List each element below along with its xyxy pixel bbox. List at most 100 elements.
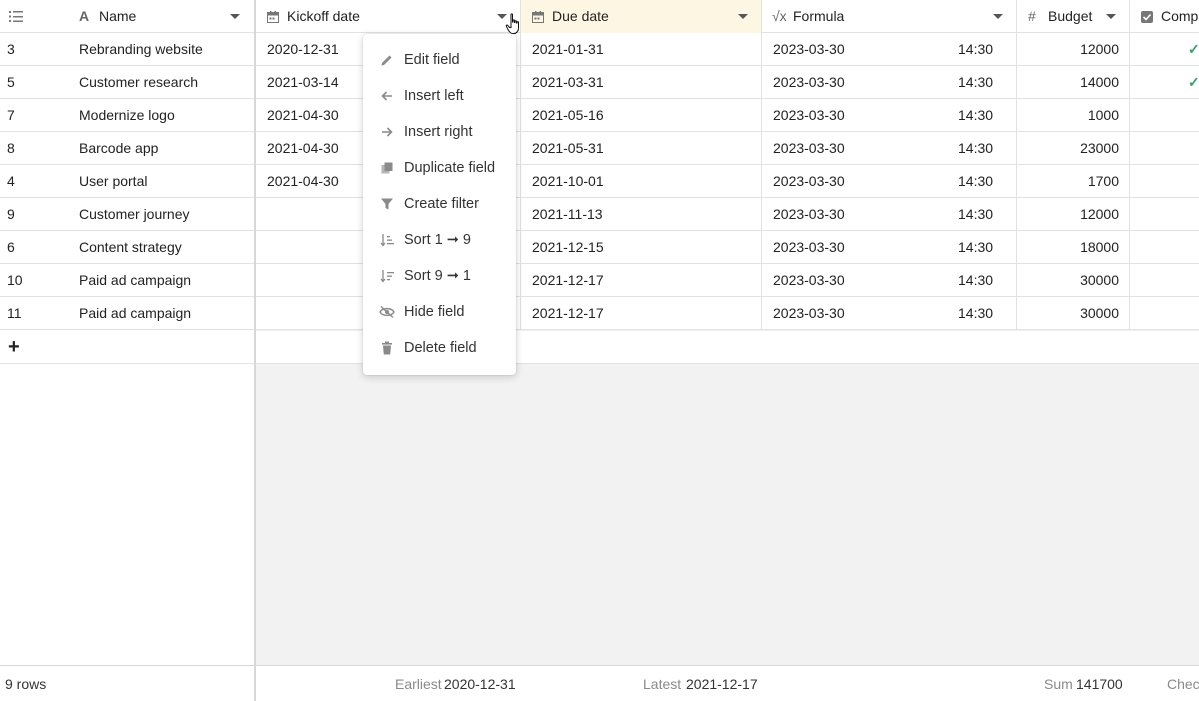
- cell-name[interactable]: Paid ad campaign: [68, 264, 254, 297]
- cell-name[interactable]: Barcode app: [68, 132, 254, 165]
- cell-completed[interactable]: [1130, 264, 1199, 297]
- table-row[interactable]: 5 Customer research: [0, 66, 254, 99]
- trash-icon: [379, 330, 395, 366]
- cell-formula[interactable]: 2023-03-30 14:30: [762, 165, 1017, 198]
- menu-item-sort-1-9[interactable]: Sort 1 ➞ 9: [363, 222, 516, 258]
- cell-formula-time: 14:30: [958, 206, 994, 222]
- cell-name[interactable]: User portal: [68, 165, 254, 198]
- cell-due-date[interactable]: 2021-03-31: [521, 66, 762, 99]
- cell-formula-time: 14:30: [958, 140, 994, 156]
- cell-due-date[interactable]: 2021-12-15: [521, 231, 762, 264]
- cell-formula[interactable]: 2023-03-30 14:30: [762, 33, 1017, 66]
- cell-formula-date: 2023-03-30: [773, 140, 845, 156]
- cell-completed[interactable]: ✓: [1130, 33, 1199, 66]
- table-row[interactable]: 7 Modernize logo: [0, 99, 254, 132]
- checkbox-icon: [1141, 11, 1153, 23]
- sort-ascending-icon: [379, 222, 395, 258]
- numbered-list-icon: [9, 11, 23, 22]
- table-row[interactable]: 10 Paid ad campaign: [0, 264, 254, 297]
- menu-item-create-filter[interactable]: Create filter: [363, 186, 516, 222]
- cell-formula[interactable]: 2023-03-30 14:30: [762, 66, 1017, 99]
- cell-due-date[interactable]: 2021-12-17: [521, 297, 762, 330]
- cell-name[interactable]: Customer research: [68, 66, 254, 99]
- cell-formula[interactable]: 2023-03-30 14:30: [762, 264, 1017, 297]
- cell-completed[interactable]: [1130, 297, 1199, 330]
- table-row[interactable]: 8 Barcode app: [0, 132, 254, 165]
- menu-item-duplicate-field[interactable]: Duplicate field: [363, 150, 516, 186]
- add-row-button[interactable]: +: [0, 331, 254, 364]
- row-count: 9 rows: [5, 676, 47, 692]
- cell-completed[interactable]: [1130, 231, 1199, 264]
- menu-item-label: Create filter: [404, 196, 479, 212]
- cell-budget[interactable]: 30000: [1017, 264, 1130, 297]
- cell-due-date[interactable]: 2021-11-13: [521, 198, 762, 231]
- duplicate-icon: [379, 150, 395, 186]
- cell-formula-date: 2023-03-30: [773, 41, 845, 57]
- menu-item-insert-right[interactable]: Insert right: [363, 114, 516, 150]
- latest-label: Latest: [643, 676, 682, 692]
- table-row[interactable]: 3 Rebranding website: [0, 33, 254, 66]
- cell-formula[interactable]: 2023-03-30 14:30: [762, 132, 1017, 165]
- cell-budget[interactable]: 30000: [1017, 297, 1130, 330]
- menu-item-hide-field[interactable]: Hide field: [363, 294, 516, 330]
- column-header-due-date-label: Due date: [552, 8, 609, 24]
- cell-name[interactable]: Customer journey: [68, 198, 254, 231]
- cell-budget[interactable]: 14000: [1017, 66, 1130, 99]
- menu-item-sort-9-1[interactable]: Sort 9 ➞ 1: [363, 258, 516, 294]
- cell-due-date[interactable]: 2021-01-31: [521, 33, 762, 66]
- cell-budget[interactable]: 23000: [1017, 132, 1130, 165]
- cell-due-date[interactable]: 2021-05-31: [521, 132, 762, 165]
- table-row[interactable]: 9 Customer journey: [0, 198, 254, 231]
- cell-completed[interactable]: [1130, 198, 1199, 231]
- menu-item-insert-left[interactable]: Insert left: [363, 78, 516, 114]
- cell-formula-date: 2023-03-30: [773, 74, 845, 90]
- column-header-budget[interactable]: # Budget: [1017, 0, 1130, 33]
- menu-item-label: Insert left: [404, 88, 464, 104]
- column-header-kickoff-date[interactable]: Kickoff date: [256, 0, 521, 33]
- cell-budget[interactable]: 12000: [1017, 198, 1130, 231]
- arrow-left-icon: [379, 78, 395, 114]
- chevron-down-icon[interactable]: [230, 14, 240, 19]
- menu-item-label: Delete field: [404, 340, 477, 356]
- cell-name[interactable]: Modernize logo: [68, 99, 254, 132]
- cell-completed[interactable]: [1130, 165, 1199, 198]
- menu-item-edit-field[interactable]: Edit field: [363, 42, 516, 78]
- cell-formula[interactable]: 2023-03-30 14:30: [762, 198, 1017, 231]
- cell-name[interactable]: Content strategy: [68, 231, 254, 264]
- chevron-down-icon[interactable]: [1106, 14, 1116, 19]
- column-header-due-date[interactable]: Due date: [521, 0, 762, 33]
- cell-formula[interactable]: 2023-03-30 14:30: [762, 231, 1017, 264]
- cell-name[interactable]: Rebranding website: [68, 33, 254, 66]
- cell-formula-date: 2023-03-30: [773, 107, 845, 123]
- cell-name[interactable]: Paid ad campaign: [68, 297, 254, 330]
- cell-completed[interactable]: ✓: [1130, 66, 1199, 99]
- column-header-formula[interactable]: √x Formula: [762, 0, 1017, 33]
- cell-formula-date: 2023-03-30: [773, 206, 845, 222]
- cell-formula[interactable]: 2023-03-30 14:30: [762, 99, 1017, 132]
- calendar-icon: [532, 11, 544, 23]
- column-header-name-label: Name: [99, 8, 137, 24]
- chevron-down-icon[interactable]: [738, 14, 748, 19]
- column-header-name[interactable]: A Name: [68, 0, 254, 33]
- menu-item-delete-field[interactable]: Delete field: [363, 330, 516, 366]
- table-row[interactable]: 4 User portal: [0, 165, 254, 198]
- sqrt-icon: √x: [772, 8, 787, 24]
- cell-due-date[interactable]: 2021-12-17: [521, 264, 762, 297]
- sort-descending-icon: [379, 258, 395, 294]
- table-row[interactable]: 6 Content strategy: [0, 231, 254, 264]
- chevron-down-icon[interactable]: [993, 14, 1003, 19]
- table-row[interactable]: 11 Paid ad campaign: [0, 297, 254, 330]
- cell-budget[interactable]: 1000: [1017, 99, 1130, 132]
- cell-budget[interactable]: 12000: [1017, 33, 1130, 66]
- cell-completed[interactable]: [1130, 132, 1199, 165]
- cell-due-date[interactable]: 2021-05-16: [521, 99, 762, 132]
- cell-formula[interactable]: 2023-03-30 14:30: [762, 297, 1017, 330]
- cell-due-date[interactable]: 2021-10-01: [521, 165, 762, 198]
- cell-budget[interactable]: 18000: [1017, 231, 1130, 264]
- index-header[interactable]: [0, 0, 68, 33]
- latest-value: 2021-12-17: [686, 676, 758, 692]
- cell-completed[interactable]: [1130, 99, 1199, 132]
- column-header-completed[interactable]: Compl: [1130, 0, 1199, 33]
- cell-budget[interactable]: 1700: [1017, 165, 1130, 198]
- menu-item-label: Sort 9 ➞ 1: [404, 268, 471, 284]
